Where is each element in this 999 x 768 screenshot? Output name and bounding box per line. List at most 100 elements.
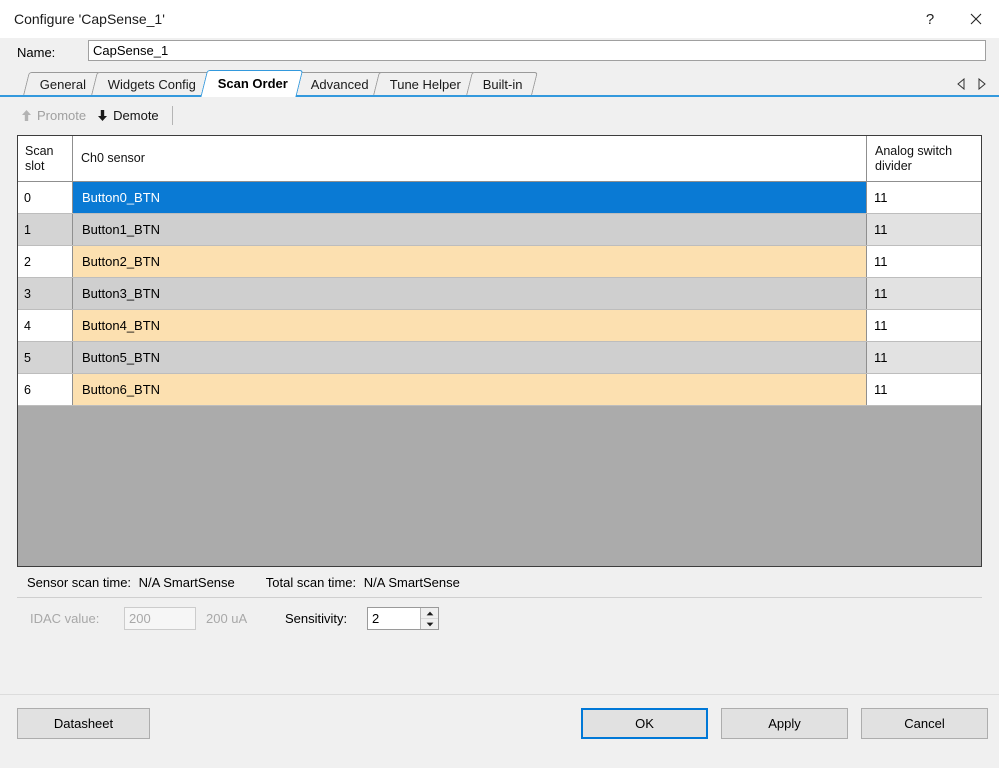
demote-label: Demote: [113, 107, 159, 123]
title-bar: Configure 'CapSense_1' ?: [0, 0, 999, 38]
name-input[interactable]: [88, 40, 986, 61]
close-icon: [970, 13, 982, 25]
cell-analog-switch-divider: 11: [867, 374, 981, 405]
column-header-ch0-sensor[interactable]: Ch0 sensor: [73, 136, 867, 181]
triangle-right-icon: [978, 78, 986, 90]
idac-value-label: IDAC value:: [30, 611, 100, 626]
spinner-down-icon: [426, 622, 433, 626]
cell-analog-switch-divider: 11: [867, 246, 981, 277]
tab-built-in-label: Built-in: [483, 76, 524, 92]
cell-scan-slot: 6: [18, 374, 73, 405]
cell-analog-switch-divider: 11: [867, 278, 981, 309]
column-header-scan-slot[interactable]: Scan slot: [18, 136, 73, 181]
tab-list: General Widgets Config Scan Order Advanc…: [23, 70, 539, 95]
tab-scroll-left-button[interactable]: [955, 77, 967, 91]
idac-value-input[interactable]: [124, 607, 196, 630]
cell-scan-slot: 1: [18, 214, 73, 245]
arrow-down-icon: [98, 109, 108, 121]
spinner-up-icon: [426, 611, 433, 615]
tab-advanced-label: Advanced: [310, 76, 369, 92]
toolbar-separator: [171, 105, 173, 125]
sensitivity-increment-button[interactable]: [421, 608, 438, 619]
tab-tune-helper[interactable]: Tune Helper: [373, 72, 477, 95]
total-scan-time-value: N/A SmartSense: [363, 575, 460, 590]
tab-tune-helper-label: Tune Helper: [390, 76, 462, 92]
ok-button[interactable]: OK: [581, 708, 708, 739]
cell-scan-slot: 3: [18, 278, 73, 309]
divider-header-line2: divider: [875, 158, 912, 173]
close-button[interactable]: [953, 0, 999, 38]
tab-scroll-controls: [955, 77, 987, 91]
scan-time-status: Sensor scan time: N/A SmartSense Total s…: [27, 575, 460, 590]
divider-header-line1: Analog switch: [875, 144, 953, 159]
promote-button[interactable]: Promote: [17, 106, 93, 125]
promote-label: Promote: [37, 107, 87, 123]
cell-ch0-sensor: Button3_BTN: [73, 278, 867, 309]
table-row[interactable]: 1 Button1_BTN 11: [18, 214, 981, 246]
cell-ch0-sensor: Button6_BTN: [73, 374, 867, 405]
tab-widgets-config-label: Widgets Config: [108, 76, 197, 92]
triangle-left-icon: [956, 78, 964, 90]
tab-advanced[interactable]: Advanced: [293, 72, 384, 95]
cell-analog-switch-divider: 11: [867, 342, 981, 373]
sensor-scan-time-label: Sensor scan time:: [27, 575, 132, 590]
scan-slot-header-line1: Scan: [25, 144, 54, 159]
grid-header-row: Scan slot Ch0 sensor Analog switch divid…: [18, 136, 981, 182]
tab-scroll-right-button[interactable]: [975, 77, 987, 91]
table-row[interactable]: 5 Button5_BTN 11: [18, 342, 981, 374]
parameters-row: IDAC value: 200 uA Sensitivity:: [0, 605, 999, 639]
total-scan-time-label: Total scan time:: [265, 575, 357, 590]
sensitivity-label: Sensitivity:: [285, 611, 348, 626]
table-row[interactable]: 3 Button3_BTN 11: [18, 278, 981, 310]
sensitivity-stepper[interactable]: [367, 607, 439, 630]
tab-built-in[interactable]: Built-in: [466, 72, 539, 95]
tab-scan-order[interactable]: Scan Order: [201, 70, 304, 95]
datasheet-button[interactable]: Datasheet: [17, 708, 150, 739]
tab-widgets-config[interactable]: Widgets Config: [91, 72, 212, 95]
question-mark-icon: ?: [925, 10, 935, 28]
cell-scan-slot: 4: [18, 310, 73, 341]
cell-ch0-sensor: Button0_BTN: [73, 182, 867, 213]
sensitivity-decrement-button[interactable]: [421, 619, 438, 629]
tab-general[interactable]: General: [23, 72, 102, 95]
table-row[interactable]: 6 Button6_BTN 11: [18, 374, 981, 406]
sensitivity-spinner-buttons: [420, 608, 438, 629]
table-row[interactable]: 4 Button4_BTN 11: [18, 310, 981, 342]
status-divider: [17, 597, 982, 598]
tab-general-label: General: [39, 76, 87, 92]
scan-order-toolbar: Promote Demote: [17, 103, 173, 127]
idac-unit-label: 200 uA: [206, 611, 248, 626]
cell-ch0-sensor: Button4_BTN: [73, 310, 867, 341]
table-row[interactable]: 0 Button0_BTN 11: [18, 182, 981, 214]
window-controls: ?: [907, 0, 999, 38]
scan-order-panel: Promote Demote Scan slot Ch0 sensor Anal…: [0, 97, 999, 694]
column-header-analog-switch-divider[interactable]: Analog switch divider: [867, 136, 981, 181]
window-title: Configure 'CapSense_1': [14, 11, 165, 27]
cell-analog-switch-divider: 11: [867, 310, 981, 341]
apply-button[interactable]: Apply: [721, 708, 848, 739]
sensor-scan-time-value: N/A SmartSense: [138, 575, 235, 590]
cell-analog-switch-divider: 11: [867, 214, 981, 245]
tab-strip: General Widgets Config Scan Order Advanc…: [0, 70, 999, 97]
grid-empty-area: [18, 406, 981, 566]
tab-scan-order-label: Scan Order: [218, 75, 289, 91]
cancel-button[interactable]: Cancel: [861, 708, 988, 739]
demote-button[interactable]: Demote: [93, 106, 166, 125]
cell-ch0-sensor: Button2_BTN: [73, 246, 867, 277]
arrow-up-icon: [22, 109, 31, 121]
ch0-sensor-header-label: Ch0 sensor: [81, 151, 145, 166]
help-button[interactable]: ?: [907, 0, 953, 38]
cell-analog-switch-divider: 11: [867, 182, 981, 213]
dialog-footer: Datasheet OK Apply Cancel: [0, 694, 999, 768]
cell-ch0-sensor: Button5_BTN: [73, 342, 867, 373]
cell-scan-slot: 2: [18, 246, 73, 277]
name-row: Name:: [0, 38, 999, 70]
scan-slot-header-line2: slot: [25, 158, 45, 173]
name-label: Name:: [17, 45, 56, 60]
cell-ch0-sensor: Button1_BTN: [73, 214, 867, 245]
scan-order-grid[interactable]: Scan slot Ch0 sensor Analog switch divid…: [17, 135, 982, 567]
cell-scan-slot: 5: [18, 342, 73, 373]
sensitivity-input[interactable]: [368, 608, 420, 629]
cell-scan-slot: 0: [18, 182, 73, 213]
table-row[interactable]: 2 Button2_BTN 11: [18, 246, 981, 278]
